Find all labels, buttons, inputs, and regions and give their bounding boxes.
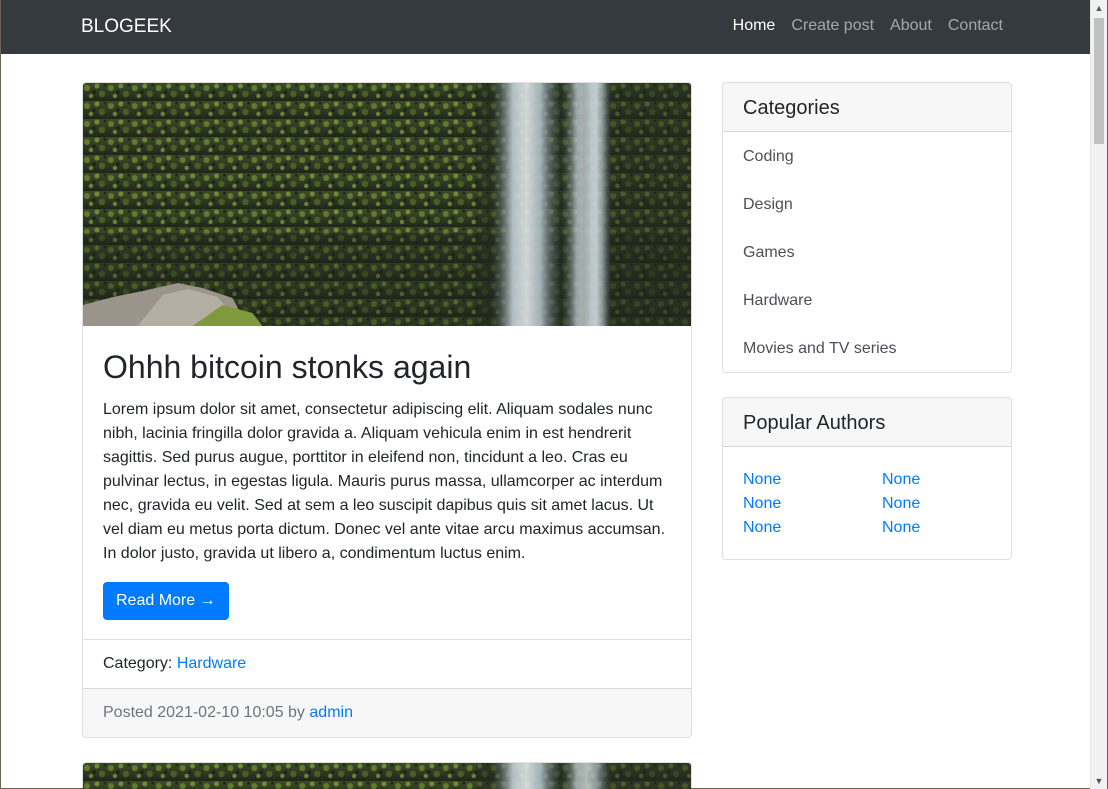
category-prefix: Category: — [103, 655, 173, 672]
category-item-movies-tv[interactable]: Movies and TV series — [723, 324, 1011, 372]
authors-grid: None None None None None None — [723, 447, 1011, 559]
author-link[interactable]: None — [743, 493, 882, 515]
category-item-games[interactable]: Games — [723, 228, 1011, 276]
category-item-coding[interactable]: Coding — [723, 132, 1011, 180]
post-card: Ohhh bitcoin stonks again Lorem ipsum do… — [82, 82, 692, 738]
author-link[interactable]: None — [882, 517, 1002, 539]
nav-link-about[interactable]: About — [890, 17, 932, 35]
category-item-hardware[interactable]: Hardware — [723, 276, 1011, 324]
scroll-down-icon[interactable]: ▼ — [1091, 773, 1107, 789]
nav-link-home[interactable]: Home — [733, 17, 776, 35]
post-body: Ohhh bitcoin stonks again Lorem ipsum do… — [83, 326, 691, 621]
post-image-next — [83, 763, 691, 789]
author-link[interactable]: None — [743, 517, 882, 539]
post-card-next — [82, 762, 692, 789]
nav-links: Home Create post About Contact — [717, 17, 1003, 35]
scroll-up-icon[interactable]: ▲ — [1091, 0, 1107, 16]
categories-card: Categories Coding Design Games Hardware … — [722, 82, 1012, 373]
popular-authors-header: Popular Authors — [723, 398, 1011, 447]
categories-list: Coding Design Games Hardware Movies and … — [723, 132, 1011, 372]
nav-link-create-post[interactable]: Create post — [791, 17, 874, 35]
category-link[interactable]: Hardware — [177, 655, 246, 672]
author-link[interactable]: None — [882, 469, 1002, 491]
author-link[interactable]: None — [882, 493, 1002, 515]
read-more-button[interactable]: Read More → — [103, 582, 229, 621]
nav-link-contact[interactable]: Contact — [948, 17, 1003, 35]
post-text: Lorem ipsum dolor sit amet, consectetur … — [103, 401, 666, 563]
category-item-design[interactable]: Design — [723, 180, 1011, 228]
post-image — [83, 83, 691, 326]
popular-authors-card: Popular Authors None None None None None… — [722, 397, 1012, 560]
author-link[interactable]: None — [743, 469, 882, 491]
post-category-bar: Category: Hardware — [83, 639, 691, 689]
scrollbar-thumb[interactable] — [1094, 18, 1104, 144]
post-title: Ohhh bitcoin stonks again — [103, 349, 472, 385]
posted-meta: Posted 2021-02-10 10:05 by — [103, 704, 305, 721]
categories-header: Categories — [723, 83, 1011, 132]
author-link[interactable]: admin — [309, 704, 353, 721]
page-scrollbar[interactable]: ▲ ▼ — [1090, 0, 1107, 789]
brand-logo-link[interactable]: BLOGEEK — [81, 16, 172, 38]
post-footer: Posted 2021-02-10 10:05 by admin — [83, 688, 691, 737]
top-navbar: BLOGEEK Home Create post About Contact — [1, 0, 1091, 54]
